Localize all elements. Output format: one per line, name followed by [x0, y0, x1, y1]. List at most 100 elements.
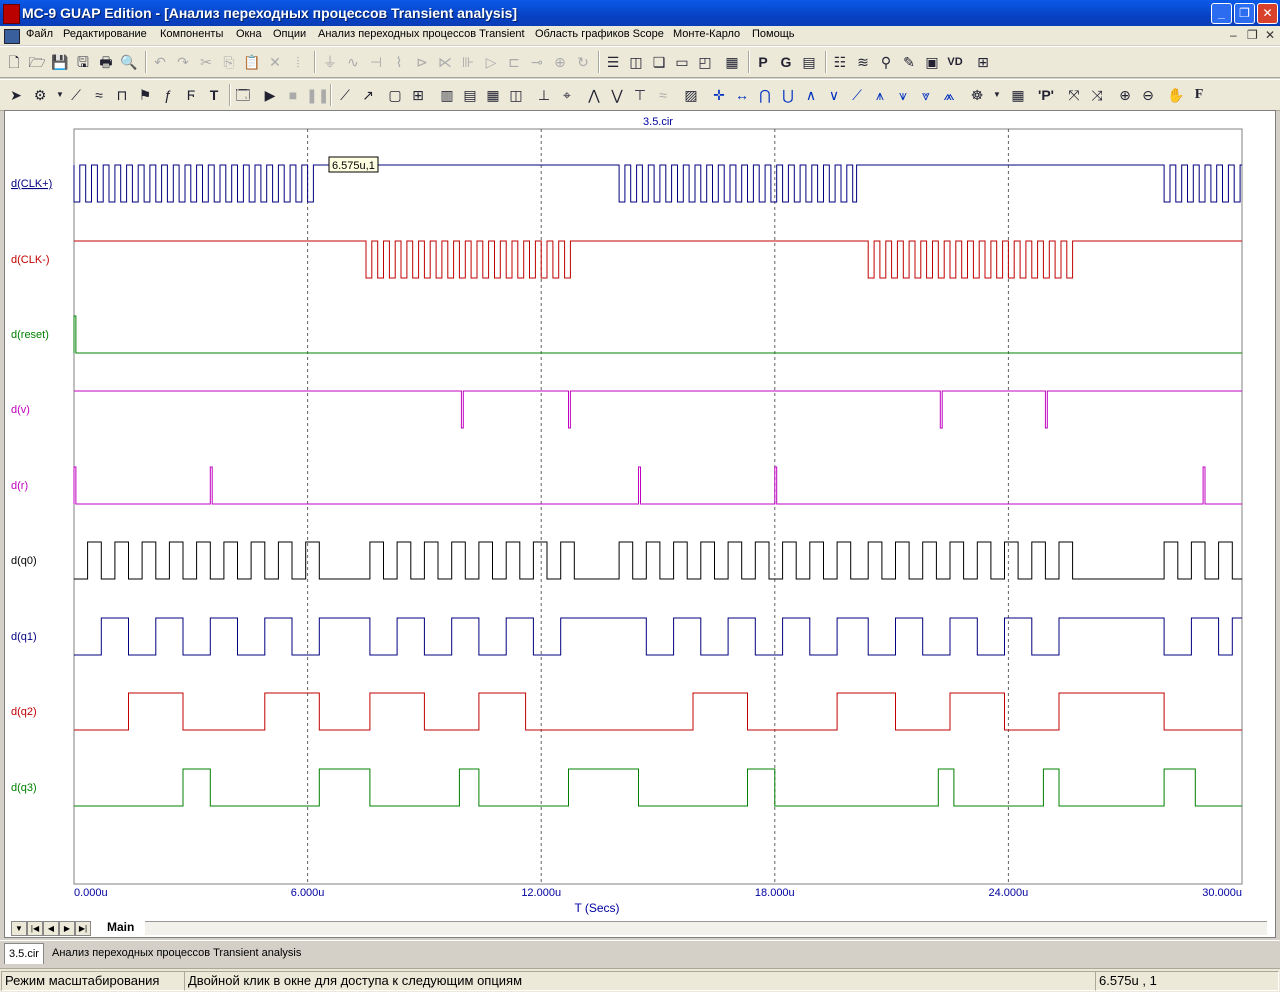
- grid-minor-icon[interactable]: ▤: [460, 85, 480, 105]
- info-icon[interactable]: ƒ: [158, 85, 178, 105]
- cascade-icon[interactable]: ❏: [649, 52, 669, 72]
- last-tab-button[interactable]: ▶|: [75, 921, 91, 936]
- menu-options[interactable]: Опции: [273, 28, 306, 40]
- copy-icon[interactable]: ⎘: [219, 52, 239, 72]
- menu-transient[interactable]: Анализ переходных процессов Transient: [318, 28, 525, 40]
- rotate-icon[interactable]: ↻: [573, 52, 593, 72]
- source-icon[interactable]: ⊕: [550, 52, 570, 72]
- table-grid-icon[interactable]: ⊞: [408, 85, 428, 105]
- valley-icon[interactable]: ⋁: [607, 85, 627, 105]
- diode-icon[interactable]: ⊳: [412, 52, 432, 72]
- trace-label[interactable]: d(CLK-): [11, 254, 50, 266]
- document-icon[interactable]: [4, 29, 20, 44]
- tab-menu-button[interactable]: ▼: [11, 921, 27, 936]
- inductor-icon[interactable]: ⌇: [389, 52, 409, 72]
- stop-icon[interactable]: ■: [283, 85, 303, 105]
- tag-left-icon[interactable]: ⤧: [1064, 85, 1084, 105]
- scope-settings-icon[interactable]: ▨: [681, 85, 701, 105]
- wire-mode-icon[interactable]: ⟋: [66, 85, 86, 105]
- arrow-line-icon[interactable]: ↗: [358, 85, 378, 105]
- trace-label[interactable]: d(q2): [11, 706, 37, 718]
- menu-file[interactable]: Файл: [26, 28, 53, 40]
- probe-icon[interactable]: ⚲: [876, 52, 896, 72]
- grid-icon[interactable]: ▤: [799, 52, 819, 72]
- trace-dq0[interactable]: [74, 541, 1242, 580]
- ground-icon[interactable]: ⏚: [320, 52, 340, 72]
- g-icon[interactable]: G: [776, 52, 796, 72]
- undo-icon[interactable]: ↶: [150, 52, 170, 72]
- print-preview-icon[interactable]: 🔍: [119, 52, 139, 72]
- grid-dots-icon[interactable]: ▦: [483, 85, 503, 105]
- low-icon[interactable]: ≈: [653, 85, 673, 105]
- pause-icon[interactable]: ❚❚: [306, 85, 329, 105]
- horizontal-axis-icon[interactable]: ⊥: [534, 85, 554, 105]
- trace-label[interactable]: d(q0): [11, 555, 37, 567]
- plot-window[interactable]: 3.5.cir d(CLK+) d(CLK-) d(reset) d(v) d(r) d(…: [4, 110, 1276, 920]
- grid-axis-icon[interactable]: ◫: [506, 85, 526, 105]
- minimize-button[interactable]: _: [1211, 3, 1232, 24]
- run-icon[interactable]: ▶: [260, 85, 280, 105]
- tab-main[interactable]: Main: [101, 919, 140, 935]
- opamp-icon[interactable]: ▷: [481, 52, 501, 72]
- zoom-out-icon[interactable]: ⊖: [1138, 85, 1158, 105]
- animate-dropdown-icon[interactable]: ▼: [987, 85, 1007, 105]
- select-arrow-icon[interactable]: ➤: [6, 85, 26, 105]
- grid-bold-icon[interactable]: ▥: [437, 85, 457, 105]
- numeric-output-icon[interactable]: ▦: [1008, 85, 1028, 105]
- trace-dclk-[interactable]: [74, 240, 1242, 279]
- print-icon[interactable]: 🖶: [96, 52, 116, 72]
- menu-edit[interactable]: Редактирование: [63, 28, 147, 40]
- zoom-in-icon[interactable]: ⊕: [1115, 85, 1135, 105]
- trace-label[interactable]: d(q1): [11, 631, 37, 643]
- open-file-icon[interactable]: 🗁: [27, 52, 47, 72]
- trace-dq3[interactable]: [74, 768, 1242, 807]
- menu-windows[interactable]: Окна: [236, 28, 262, 40]
- cursor-mode-icon[interactable]: ⌖: [557, 85, 577, 105]
- next-peak-icon[interactable]: ∧: [801, 85, 821, 105]
- fourier-icon[interactable]: Ϝ: [181, 85, 201, 105]
- component-list-icon[interactable]: ☷: [830, 52, 850, 72]
- trace-dq1[interactable]: [74, 617, 1242, 656]
- zoom-window-icon[interactable]: ⊞: [973, 52, 993, 72]
- trace-label[interactable]: d(r): [11, 480, 28, 492]
- bus-mode-icon[interactable]: ≈: [89, 85, 109, 105]
- redo-icon[interactable]: ↷: [173, 52, 193, 72]
- trace-label[interactable]: d(v): [11, 404, 30, 416]
- p-label-icon[interactable]: 'P': [1036, 85, 1056, 105]
- properties-icon[interactable]: 🗔: [233, 85, 253, 105]
- slope-icon[interactable]: ⟋: [847, 85, 867, 105]
- high-icon[interactable]: ⊤: [630, 85, 650, 105]
- component-mode-icon[interactable]: ⚙: [30, 85, 50, 105]
- trace-dq2[interactable]: [74, 692, 1242, 731]
- menu-components[interactable]: Компоненты: [160, 28, 223, 40]
- menu-scope[interactable]: Область графиков Scope: [535, 28, 664, 40]
- app-icon[interactable]: [3, 4, 20, 24]
- window-icon[interactable]: ▭: [672, 52, 692, 72]
- scope-icon[interactable]: ▣: [922, 52, 942, 72]
- draw-icon[interactable]: ⊓: [112, 85, 132, 105]
- tile-horizontal-icon[interactable]: ☰: [603, 52, 623, 72]
- waveform-icon[interactable]: ≋: [853, 52, 873, 72]
- min-icon[interactable]: ⩛: [893, 85, 913, 105]
- transistor-icon[interactable]: ⋉: [435, 52, 455, 72]
- close-button[interactable]: ✕: [1257, 3, 1278, 24]
- pen-icon[interactable]: ✎: [899, 52, 919, 72]
- peak-icon[interactable]: ⋀: [584, 85, 604, 105]
- new-file-icon[interactable]: 🗋: [4, 52, 24, 72]
- save-icon[interactable]: 💾: [50, 52, 70, 72]
- switch-icon[interactable]: ⊏: [504, 52, 524, 72]
- trace-label[interactable]: d(reset): [11, 329, 49, 341]
- vd-icon[interactable]: VD: [945, 52, 965, 72]
- trace-dclk+[interactable]: [73, 164, 1242, 203]
- tile-vertical-icon[interactable]: ◫: [626, 52, 646, 72]
- trace-dreset[interactable]: [73, 315, 1242, 354]
- trace-dv[interactable]: [74, 390, 1242, 429]
- mdi-restore-icon[interactable]: ❐: [1247, 28, 1258, 42]
- split-icon[interactable]: ◰: [695, 52, 715, 72]
- prev-cursor-icon[interactable]: ↔: [732, 85, 752, 105]
- fall-edge-icon[interactable]: ⋃: [778, 85, 798, 105]
- mdi-close-icon[interactable]: ✕: [1265, 28, 1275, 42]
- menu-help[interactable]: Помощь: [752, 28, 795, 40]
- waveform-plot[interactable]: 3.5.cir d(CLK+)d(CLK-)d(reset)d(v)d(r)d(…: [5, 111, 1275, 919]
- inflection-icon[interactable]: ⩔: [916, 85, 936, 105]
